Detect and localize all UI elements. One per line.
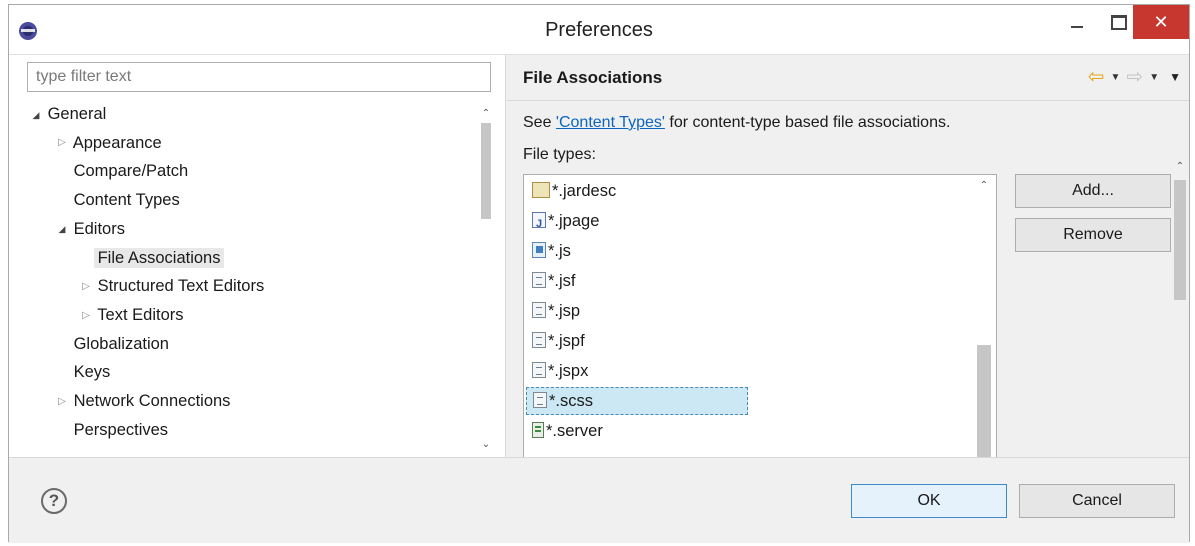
scroll-up-icon[interactable]: ⌃ <box>477 107 495 121</box>
minimize-button[interactable] <box>1057 5 1097 39</box>
tree-item-label: Content Types <box>73 191 180 210</box>
tree-item[interactable]: ▷ Text Editors <box>79 302 184 329</box>
server-file-icon <box>532 421 544 438</box>
page-header: File Associations ⇦ ▼ ⇨ ▼ ▼ <box>507 55 1189 101</box>
text-file-icon <box>532 301 546 318</box>
text-file-icon <box>532 271 546 288</box>
scroll-up-icon[interactable]: ⌃ <box>975 179 993 193</box>
filter-input[interactable] <box>27 62 491 92</box>
expanded-arrow-icon[interactable]: ◢ <box>55 216 69 242</box>
tree-item-label: Structured Text Editors <box>97 277 265 296</box>
scroll-up-icon[interactable]: ⌃ <box>1171 160 1189 174</box>
tree-item[interactable]: File Associations <box>79 245 225 271</box>
file-type-label: *.jspf <box>548 332 585 350</box>
tree-item[interactable]: Content Types <box>55 187 180 213</box>
ok-button[interactable]: OK <box>851 484 1007 518</box>
file-types-list[interactable]: *.server *.scss *.jspx *.jspf *.jsp *.jsf *.js… <box>523 174 997 460</box>
page-navigation: ⇦ ▼ ⇨ ▼ ▼ <box>1088 67 1181 87</box>
tree-item[interactable]: Keys <box>55 359 111 385</box>
file-type-label: *.server <box>546 422 603 440</box>
tree-item[interactable]: Globalization <box>55 331 169 357</box>
tree-scrollbar-thumb[interactable] <box>481 123 491 219</box>
tree-item-label: Compare/Patch <box>73 162 189 181</box>
file-type-label: *.jsf <box>548 272 576 290</box>
file-types-label: File types: <box>523 146 596 163</box>
text-file-icon <box>533 391 547 408</box>
tree-item-label: Network Connections <box>73 392 231 410</box>
view-menu-icon[interactable]: ▼ <box>1169 70 1181 84</box>
tree-item-label: General <box>47 105 107 123</box>
back-arrow-icon[interactable]: ⇦ <box>1088 67 1105 87</box>
forward-dropdown-icon[interactable]: ▼ <box>1149 72 1159 83</box>
file-associations-page: File Associations ⇦ ▼ ⇨ ▼ ▼ See 'Content… <box>507 55 1189 484</box>
window-title: Preferences <box>545 19 653 41</box>
close-icon: ✕ <box>1153 11 1169 32</box>
page-body: See 'Content Types' for content-type bas… <box>507 102 1189 484</box>
preferences-window: Preferences ✕ ◢ General▷ Appearance Comp… <box>8 4 1190 543</box>
hint-suffix: for content-type based file associations… <box>664 114 951 131</box>
collapsed-arrow-icon[interactable]: ▷ <box>79 274 93 300</box>
hint-prefix: See <box>523 114 556 131</box>
tree-item[interactable]: ▷ Appearance <box>55 130 162 156</box>
add-button[interactable]: Add... <box>1015 174 1171 208</box>
file-type-label: *.scss <box>549 392 594 410</box>
tree-item-label: Perspectives <box>73 420 169 439</box>
expanded-arrow-icon[interactable]: ◢ <box>29 102 43 128</box>
javascript-file-icon <box>532 241 546 258</box>
page-scrollbar-thumb[interactable] <box>1174 180 1186 300</box>
collapsed-arrow-icon[interactable]: ▷ <box>79 303 93 329</box>
file-type-label: *.js <box>548 242 571 260</box>
tree-item[interactable]: Perspectives <box>55 417 168 443</box>
page-title: File Associations <box>523 68 663 87</box>
cancel-button[interactable]: Cancel <box>1019 484 1175 518</box>
jar-file-icon <box>532 181 550 198</box>
dialog-button-bar: ? OK Cancel <box>9 457 1189 543</box>
tree-item-label: Appearance <box>72 133 162 152</box>
tree-item[interactable]: ◢ General <box>29 101 107 128</box>
file-type-row[interactable]: *.server <box>530 417 603 445</box>
text-file-icon <box>532 331 546 348</box>
java-page-file-icon <box>532 210 546 238</box>
back-dropdown-icon[interactable]: ▼ <box>1111 72 1121 83</box>
tree-item[interactable]: ▷ Network Connections <box>55 388 230 414</box>
tree-scrollbar[interactable]: ⌃ ⌄ <box>477 107 495 452</box>
remove-button[interactable]: Remove <box>1015 218 1171 252</box>
forward-arrow-icon[interactable]: ⇨ <box>1126 67 1143 87</box>
content-types-hint: See 'Content Types' for content-type bas… <box>523 114 950 132</box>
file-type-row[interactable]: *.jspf <box>530 327 585 355</box>
close-button[interactable]: ✕ <box>1133 5 1189 39</box>
file-type-row[interactable]: *.jspx <box>530 357 588 385</box>
preferences-tree-panel: ◢ General▷ Appearance Compare/Patch Cont… <box>9 55 506 457</box>
tree-item-label: Globalization <box>73 334 169 353</box>
text-file-icon <box>532 361 546 378</box>
tree-item-label: Text Editors <box>97 305 184 324</box>
file-type-row[interactable]: *.jsp <box>530 297 580 325</box>
help-icon[interactable]: ? <box>41 488 67 514</box>
file-type-row[interactable]: *.jpage <box>530 207 600 238</box>
file-type-row[interactable]: *.jardesc <box>530 177 616 205</box>
tree-item-label: Keys <box>73 363 111 382</box>
file-type-label: *.jspx <box>548 362 589 380</box>
scroll-down-icon[interactable]: ⌄ <box>477 438 495 452</box>
tree-item-label: Editors <box>73 219 125 238</box>
tree-item[interactable]: Compare/Patch <box>55 158 189 184</box>
file-type-row[interactable]: *.jsf <box>530 267 576 295</box>
title-bar[interactable]: Preferences ✕ <box>9 5 1189 55</box>
file-type-label: *.jpage <box>548 212 600 230</box>
collapsed-arrow-icon[interactable]: ▷ <box>55 130 69 156</box>
file-types-scrollbar-thumb[interactable] <box>977 345 991 459</box>
file-type-row[interactable]: *.js <box>530 237 571 265</box>
page-scrollbar[interactable]: ⌃ ⌄ <box>1171 160 1189 500</box>
collapsed-arrow-icon[interactable]: ▷ <box>55 389 69 415</box>
file-type-label: *.jardesc <box>552 182 617 200</box>
file-type-row[interactable]: *.scss <box>526 387 748 415</box>
tree-item[interactable]: ◢ Editors <box>55 216 125 242</box>
content-types-link[interactable]: 'Content Types' <box>556 114 665 131</box>
file-type-label: *.jsp <box>548 302 581 320</box>
file-types-scrollbar[interactable]: ⌃ <box>972 175 996 459</box>
preferences-tree: ◢ General ▷ Appearance Compare/Patch Cont… <box>27 99 467 457</box>
tree-item-label: File Associations <box>93 247 225 268</box>
tree-item[interactable]: ▷ Structured Text Editors <box>79 273 264 299</box>
